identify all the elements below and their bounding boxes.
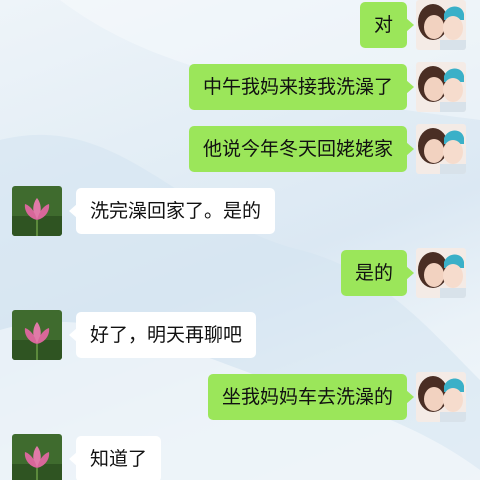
chat-window: 对 中午我妈来接我洗澡了 他说今年冬天回姥姥家 洗完澡回家了。是的 是的 好了，… [0, 0, 480, 480]
profile-photo-icon[interactable] [416, 248, 466, 298]
lotus-flower-icon[interactable] [12, 434, 62, 480]
profile-photo-icon[interactable] [416, 62, 466, 112]
received-message-bubble[interactable]: 好了，明天再聊吧 [68, 312, 257, 358]
sent-message-bubble[interactable]: 对 [359, 2, 415, 48]
message-row: 他说今年冬天回姥姥家 [0, 124, 480, 174]
sent-message-bubble[interactable]: 是的 [340, 250, 415, 296]
message-row: 对 [0, 0, 480, 50]
profile-photo-icon[interactable] [416, 124, 466, 174]
profile-photo-icon[interactable] [416, 0, 466, 50]
received-message-bubble[interactable]: 知道了 [68, 436, 162, 480]
message-row: 坐我妈妈车去洗澡的 [0, 372, 480, 422]
sent-message-bubble[interactable]: 中午我妈来接我洗澡了 [188, 64, 415, 110]
message-row: 好了，明天再聊吧 [0, 310, 480, 360]
sent-message-bubble[interactable]: 他说今年冬天回姥姥家 [188, 126, 415, 172]
message-row: 是的 [0, 248, 480, 298]
message-row: 知道了 [0, 434, 480, 480]
message-row: 中午我妈来接我洗澡了 [0, 62, 480, 112]
lotus-flower-icon[interactable] [12, 310, 62, 360]
lotus-flower-icon[interactable] [12, 186, 62, 236]
message-row: 洗完澡回家了。是的 [0, 186, 480, 236]
received-message-bubble[interactable]: 洗完澡回家了。是的 [68, 188, 276, 234]
profile-photo-icon[interactable] [416, 372, 466, 422]
sent-message-bubble[interactable]: 坐我妈妈车去洗澡的 [207, 374, 415, 420]
